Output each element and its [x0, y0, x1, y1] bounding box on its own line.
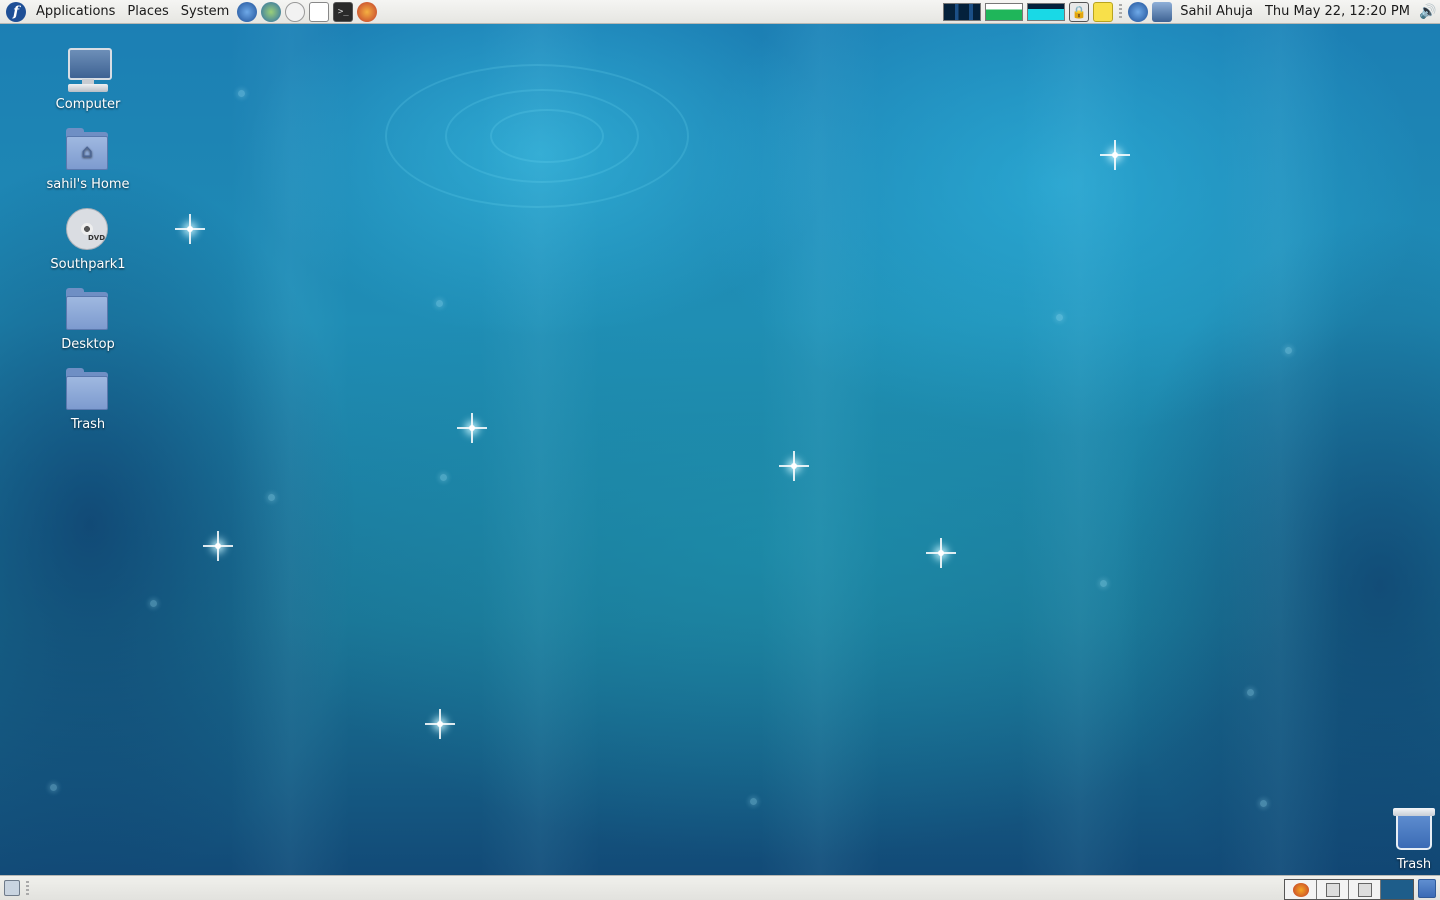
- text-editor-icon[interactable]: [309, 1, 330, 22]
- wallpaper-streak: [1020, 24, 1140, 875]
- desktop-icon-label: Trash: [70, 417, 106, 432]
- memory-monitor[interactable]: [985, 2, 1024, 21]
- cpu-monitor[interactable]: [943, 2, 982, 21]
- network-monitor[interactable]: [1027, 2, 1066, 21]
- sparkle: [926, 538, 956, 568]
- firefox-icon[interactable]: [237, 1, 258, 22]
- workspace-1[interactable]: [1285, 880, 1317, 899]
- window-icon: [1325, 882, 1340, 897]
- bokeh-dot: [268, 494, 275, 501]
- mail-clock-icon[interactable]: [285, 1, 306, 22]
- workspace-switcher: [1284, 879, 1414, 900]
- bokeh-dot: [50, 784, 57, 791]
- fedora-logo-icon[interactable]: f: [6, 1, 26, 22]
- sparkle: [1100, 140, 1130, 170]
- desktop-icon-trash-folder[interactable]: Trash: [38, 366, 138, 432]
- bokeh-dot: [238, 90, 245, 97]
- wallpaper-streak: [480, 24, 600, 875]
- system-menu[interactable]: System: [175, 1, 235, 23]
- desktop-icon-trash[interactable]: Trash: [1364, 806, 1440, 872]
- lock-icon[interactable]: 🔒: [1069, 1, 1090, 22]
- user-name[interactable]: Sahil Ahuja: [1174, 4, 1259, 19]
- notes-icon[interactable]: [1093, 1, 1114, 22]
- network-globe-icon[interactable]: [261, 1, 282, 22]
- home-folder-icon: ⌂: [64, 126, 112, 174]
- top-panel: f Applications Places System >_ 🔒 Sahil …: [0, 0, 1440, 24]
- sparkle: [425, 709, 455, 739]
- sparkle: [175, 214, 205, 244]
- dvd-badge: DVD: [88, 234, 106, 242]
- bokeh-dot: [1285, 347, 1292, 354]
- panel-tray: 🔒 Sahil Ahuja Thu May 22, 12:20 PM 🔊: [941, 0, 1440, 23]
- help-shell-icon[interactable]: [357, 1, 378, 22]
- folder-icon: [64, 366, 112, 414]
- firefox-icon: [1292, 882, 1309, 897]
- places-menu[interactable]: Places: [121, 1, 174, 23]
- trash-icon[interactable]: [1418, 879, 1436, 898]
- bokeh-dot: [1056, 314, 1063, 321]
- wallpaper-streak: [760, 24, 880, 875]
- workspace-4[interactable]: [1381, 880, 1413, 899]
- desktop-icon-computer[interactable]: Computer: [38, 46, 138, 112]
- bottom-panel: [0, 875, 1440, 900]
- bokeh-dot: [440, 474, 447, 481]
- computer-icon: [64, 46, 112, 94]
- volume-icon[interactable]: 🔊: [1418, 2, 1438, 22]
- bokeh-dot: [150, 600, 157, 607]
- desktop-icon-desktop-folder[interactable]: Desktop: [38, 286, 138, 352]
- window-icon: [1357, 882, 1372, 897]
- terminal-icon[interactable]: >_: [333, 1, 354, 22]
- desktop-icon-label: Desktop: [61, 337, 115, 352]
- wallpaper-streak: [1220, 24, 1340, 875]
- bokeh-dot: [1247, 689, 1254, 696]
- desktop-background[interactable]: [0, 24, 1440, 875]
- workspace-2[interactable]: [1317, 880, 1349, 899]
- desktop-icon-label: sahil's Home: [46, 177, 130, 192]
- sparkle: [457, 413, 487, 443]
- panel-handle[interactable]: [26, 881, 29, 895]
- folder-icon: [64, 286, 112, 334]
- desktop-icon-label: Computer: [55, 97, 121, 112]
- clock[interactable]: Thu May 22, 12:20 PM: [1259, 4, 1416, 19]
- network-manager-icon[interactable]: [1152, 1, 1173, 22]
- sparkle: [779, 451, 809, 481]
- applications-menu[interactable]: Applications: [30, 1, 121, 23]
- workspace-3[interactable]: [1349, 880, 1381, 899]
- desktop-icon-label: Southpark1: [50, 257, 126, 272]
- bokeh-dot: [1100, 580, 1107, 587]
- show-desktop-icon[interactable]: [4, 880, 20, 896]
- desktop-icon-home[interactable]: ⌂ sahil's Home: [38, 126, 138, 192]
- sparkle: [203, 531, 233, 561]
- bokeh-dot: [1260, 800, 1267, 807]
- wallpaper-streak: [230, 24, 350, 875]
- desktop-icon-label: Trash: [1396, 857, 1432, 872]
- trash-icon: [1390, 806, 1438, 854]
- panel-separator: [1119, 3, 1123, 20]
- bokeh-dot: [750, 798, 757, 805]
- bokeh-dot: [436, 300, 443, 307]
- dvd-icon: DVD: [64, 206, 112, 254]
- desktop-icon-dvd[interactable]: DVD Southpark1: [38, 206, 138, 272]
- update-icon[interactable]: [1128, 1, 1149, 22]
